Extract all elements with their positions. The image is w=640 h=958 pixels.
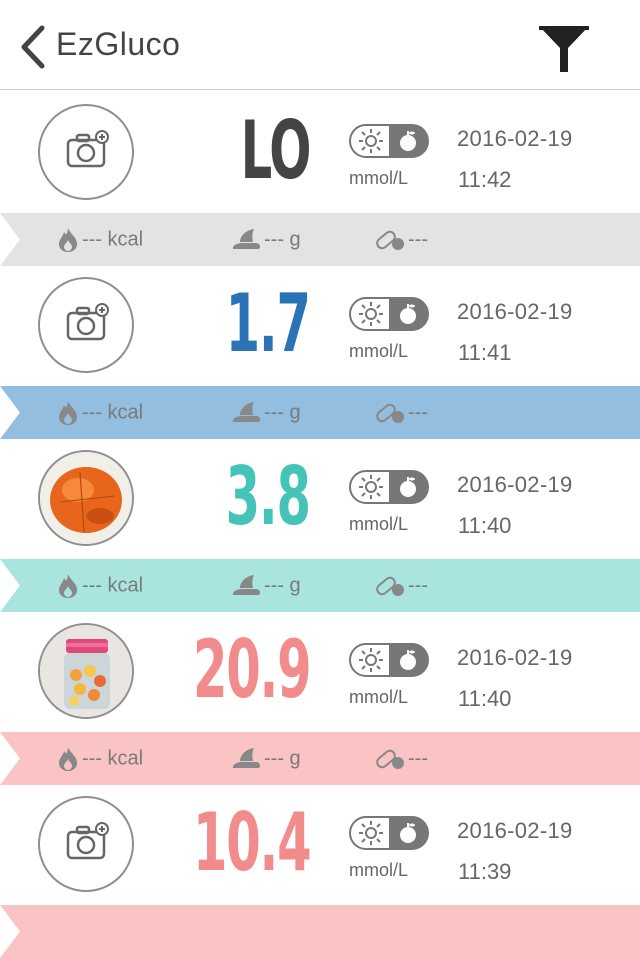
glucose-value: 20.9	[192, 623, 312, 716]
carbs-stat: --- g	[230, 573, 301, 599]
meds-value: ---	[408, 228, 428, 251]
glucose-value: 1.7	[225, 277, 311, 370]
meds-stat: ---	[374, 573, 428, 599]
kcal-stat: --- kcal	[56, 400, 143, 426]
reading-entry[interactable]: LO mmol/L 2016-02-19 11:42 --- kcal --- …	[0, 93, 640, 266]
nutrition-band: --- kcal --- g ---	[0, 386, 640, 439]
reading-date: 2016-02-19	[457, 818, 573, 843]
reading-row[interactable]: 10.4 mmol/L 2016-02-19 11:39	[0, 785, 640, 905]
reading-row[interactable]: LO mmol/L 2016-02-19 11:42	[0, 93, 640, 213]
kcal-value: --- kcal	[82, 401, 144, 424]
meds-stat: ---	[374, 400, 428, 426]
reading-entry[interactable]: 10.4 mmol/L 2016-02-19 11:39	[0, 785, 640, 958]
reading-time: 11:42	[458, 167, 512, 192]
nutrition-band: --- kcal --- g ---	[0, 559, 640, 612]
kcal-value: --- kcal	[82, 747, 144, 770]
carbs-stat: --- g	[230, 400, 301, 426]
meal-toggle-icon[interactable]	[349, 297, 429, 331]
reading-date: 2016-02-19	[457, 299, 573, 324]
reading-time: 11:40	[458, 686, 512, 711]
meds-value: ---	[408, 574, 428, 597]
bread-icon	[232, 748, 260, 768]
reading-date: 2016-02-19	[457, 645, 573, 670]
carbs-stat: --- g	[230, 746, 301, 772]
carbs-value: --- g	[264, 401, 301, 424]
reading-time: 11:41	[458, 340, 512, 365]
candy-jar-photo[interactable]	[38, 623, 134, 719]
camera-add-icon[interactable]	[38, 104, 134, 200]
meds-stat: ---	[374, 746, 428, 772]
reading-date: 2016-02-19	[457, 472, 573, 497]
nutrition-band: --- kcal --- g ---	[0, 213, 640, 266]
app-header: EzGluco	[0, 0, 640, 90]
carbs-stat: --- g	[230, 227, 301, 253]
chevron-left-icon[interactable]	[14, 22, 54, 72]
meds-value: ---	[408, 401, 428, 424]
meal-toggle-icon[interactable]	[349, 470, 429, 504]
reading-entry[interactable]: 20.9 mmol/L 2016-02-19 11:40 --- kcal --…	[0, 612, 640, 785]
pill-icon	[376, 403, 404, 423]
unit-label: mmol/L	[349, 341, 409, 361]
carbs-value: --- g	[264, 574, 301, 597]
unit-label: mmol/L	[349, 514, 409, 534]
meal-toggle-icon[interactable]	[349, 124, 429, 158]
kcal-value: --- kcal	[82, 574, 144, 597]
flame-icon	[59, 574, 77, 598]
bread-icon	[232, 229, 260, 249]
page-title: EzGluco	[56, 26, 181, 62]
reading-row[interactable]: 20.9 mmol/L 2016-02-19 11:40	[0, 612, 640, 732]
unit-label: mmol/L	[349, 168, 409, 188]
reading-row[interactable]: 3.8 mmol/L 2016-02-19 11:40	[0, 439, 640, 559]
carbs-value: --- g	[264, 747, 301, 770]
reading-date: 2016-02-19	[457, 126, 573, 151]
kcal-stat: --- kcal	[56, 746, 143, 772]
reading-time: 11:40	[458, 513, 512, 538]
pill-icon	[376, 749, 404, 769]
camera-add-icon[interactable]	[38, 796, 134, 892]
camera-add-icon[interactable]	[38, 277, 134, 373]
meds-stat: ---	[374, 227, 428, 253]
carbs-value: --- g	[264, 228, 301, 251]
bread-icon	[232, 402, 260, 422]
meds-value: ---	[408, 747, 428, 770]
pill-icon	[376, 576, 404, 596]
nutrition-band: --- kcal --- g ---	[0, 732, 640, 785]
flame-icon	[59, 747, 77, 771]
bread-icon	[232, 575, 260, 595]
kcal-stat: --- kcal	[56, 227, 143, 253]
meal-toggle-icon[interactable]	[349, 643, 429, 677]
meal-toggle-icon[interactable]	[349, 816, 429, 850]
kcal-stat: --- kcal	[56, 573, 143, 599]
glucose-value: 10.4	[192, 796, 312, 889]
pill-icon	[376, 230, 404, 250]
unit-label: mmol/L	[349, 860, 409, 880]
glucose-value: 3.8	[225, 450, 311, 543]
reading-time: 11:39	[458, 859, 512, 884]
glucose-value: LO	[240, 104, 311, 197]
flame-icon	[59, 228, 77, 252]
filter-icon[interactable]	[536, 20, 592, 76]
kcal-value: --- kcal	[82, 228, 144, 251]
unit-label: mmol/L	[349, 687, 409, 707]
reading-entry[interactable]: 1.7 mmol/L 2016-02-19 11:41 --- kcal ---…	[0, 266, 640, 439]
reading-row[interactable]: 1.7 mmol/L 2016-02-19 11:41	[0, 266, 640, 386]
orange-photo[interactable]	[38, 450, 134, 546]
reading-entry[interactable]: 3.8 mmol/L 2016-02-19 11:40 --- kcal ---…	[0, 439, 640, 612]
flame-icon	[59, 401, 77, 425]
nutrition-band	[0, 905, 640, 958]
